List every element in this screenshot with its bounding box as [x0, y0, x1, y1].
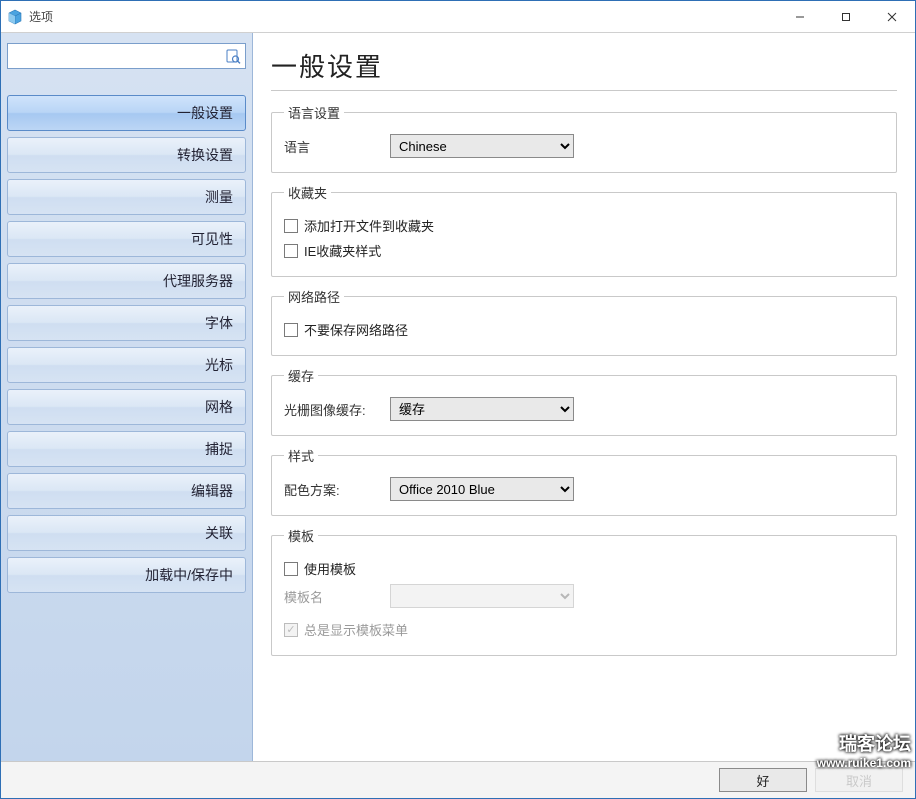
checkbox-use-template[interactable] [284, 562, 298, 576]
language-label: 语言 [284, 137, 380, 156]
sidebar-item-1[interactable]: 转换设置 [7, 137, 246, 173]
sidebar-item-9[interactable]: 编辑器 [7, 473, 246, 509]
divider [271, 90, 897, 91]
footer: 好 取消 [1, 761, 915, 798]
sidebar-item-8[interactable]: 捕捉 [7, 431, 246, 467]
sidebar-item-label: 光标 [205, 355, 233, 375]
checkbox-no-save-netpath[interactable] [284, 323, 298, 337]
group-language-legend: 语言设置 [284, 103, 344, 122]
group-cache: 缓存 光栅图像缓存: 缓存 [271, 366, 897, 436]
label-ie-fav-style: IE收藏夹样式 [304, 241, 381, 260]
sidebar-item-label: 代理服务器 [163, 271, 233, 291]
group-style: 样式 配色方案: Office 2010 Blue [271, 446, 897, 516]
sidebar-item-label: 转换设置 [177, 145, 233, 165]
sidebar-item-label: 加载中/保存中 [145, 565, 233, 585]
group-netpath: 网络路径 不要保存网络路径 [271, 287, 897, 356]
checkbox-ie-fav-style[interactable] [284, 244, 298, 258]
sidebar-item-label: 捕捉 [205, 439, 233, 459]
cache-label: 光栅图像缓存: [284, 400, 380, 419]
group-template: 模板 使用模板 模板名 ✓ 总是显示模板菜单 [271, 526, 897, 656]
ok-button[interactable]: 好 [719, 768, 807, 792]
label-use-template: 使用模板 [304, 559, 356, 578]
label-no-save-netpath: 不要保存网络路径 [304, 320, 408, 339]
checkbox-always-show-template-menu: ✓ [284, 623, 298, 637]
language-select[interactable]: Chinese [390, 134, 574, 158]
sidebar-item-label: 测量 [205, 187, 233, 207]
checkbox-add-open-to-fav[interactable] [284, 219, 298, 233]
close-button[interactable] [869, 1, 915, 33]
group-favorites-legend: 收藏夹 [284, 183, 331, 202]
maximize-button[interactable] [823, 1, 869, 33]
style-select[interactable]: Office 2010 Blue [390, 477, 574, 501]
group-language: 语言设置 语言 Chinese [271, 103, 897, 173]
group-netpath-legend: 网络路径 [284, 287, 344, 306]
template-name-label: 模板名 [284, 587, 380, 606]
cache-select[interactable]: 缓存 [390, 397, 574, 421]
window-title: 选项 [29, 8, 53, 25]
titlebar: 选项 [1, 1, 915, 33]
group-favorites: 收藏夹 添加打开文件到收藏夹 IE收藏夹样式 [271, 183, 897, 277]
search-input[interactable] [12, 47, 225, 66]
sidebar-item-11[interactable]: 加载中/保存中 [7, 557, 246, 593]
sidebar-item-label: 可见性 [191, 229, 233, 249]
sidebar-item-label: 字体 [205, 313, 233, 333]
group-cache-legend: 缓存 [284, 366, 318, 385]
sidebar-item-10[interactable]: 关联 [7, 515, 246, 551]
app-icon [7, 9, 23, 25]
main-panel: 一般设置 语言设置 语言 Chinese 收藏夹 添加打开文件到收藏夹 [253, 33, 915, 761]
sidebar-item-label: 编辑器 [191, 481, 233, 501]
sidebar-item-0[interactable]: 一般设置 [7, 95, 246, 131]
sidebar-item-2[interactable]: 测量 [7, 179, 246, 215]
minimize-button[interactable] [777, 1, 823, 33]
label-add-open-to-fav: 添加打开文件到收藏夹 [304, 216, 434, 235]
sidebar-item-label: 网格 [205, 397, 233, 417]
sidebar-item-label: 关联 [205, 523, 233, 543]
sidebar-item-label: 一般设置 [177, 103, 233, 123]
group-template-legend: 模板 [284, 526, 318, 545]
search-icon[interactable] [225, 48, 241, 64]
options-window: 选项 一般设置 转换设置 测量 可见性 代理服 [0, 0, 916, 799]
label-always-show-template-menu: 总是显示模板菜单 [304, 620, 408, 639]
sidebar: 一般设置 转换设置 测量 可见性 代理服务器 字体 光标 网格 捕捉 编辑器 关… [1, 33, 253, 761]
sidebar-item-4[interactable]: 代理服务器 [7, 263, 246, 299]
group-style-legend: 样式 [284, 446, 318, 465]
style-label: 配色方案: [284, 480, 380, 499]
sidebar-item-6[interactable]: 光标 [7, 347, 246, 383]
sidebar-item-5[interactable]: 字体 [7, 305, 246, 341]
cancel-button[interactable]: 取消 [815, 768, 903, 792]
sidebar-item-3[interactable]: 可见性 [7, 221, 246, 257]
sidebar-item-7[interactable]: 网格 [7, 389, 246, 425]
page-title: 一般设置 [271, 47, 897, 84]
search-box[interactable] [7, 43, 246, 69]
template-name-select [390, 584, 574, 608]
